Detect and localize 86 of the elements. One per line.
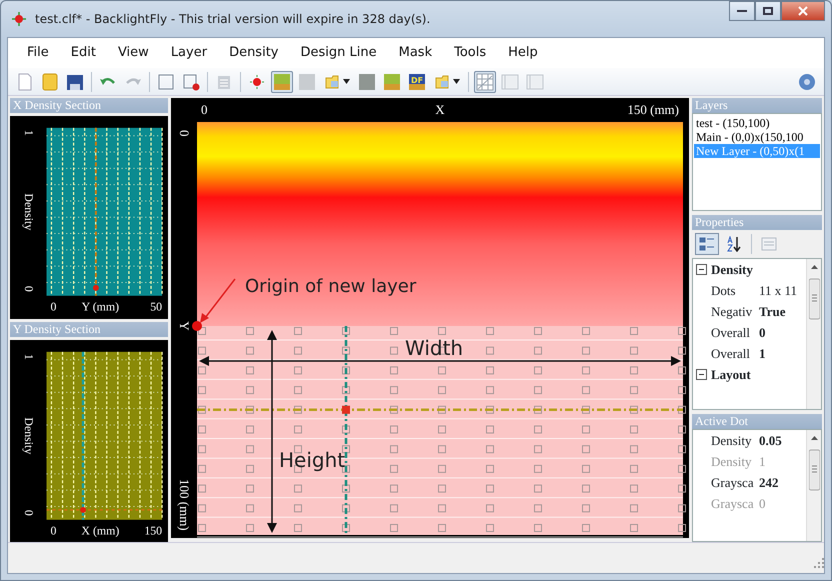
annotation-label: Width — [405, 336, 464, 360]
tick-label: 0 — [22, 286, 36, 292]
minimize-button[interactable] — [729, 1, 755, 21]
property-name: Graysca — [710, 495, 755, 513]
property-value[interactable]: 11 x 11 — [759, 283, 798, 298]
menu-item[interactable]: Design Line — [290, 43, 388, 63]
tick-label: 150 — [144, 523, 162, 538]
property-name: Dots — [710, 282, 737, 300]
scrollbar[interactable] — [806, 259, 821, 409]
property-name: Overall — [710, 345, 751, 363]
tick-label: 0 — [201, 102, 208, 117]
property-name: Density — [710, 453, 752, 471]
property-name: Negativ — [710, 303, 754, 321]
annotation-label: Origin of new layer — [245, 276, 416, 297]
property-value[interactable]: 1 — [759, 346, 766, 361]
property-name: Overall — [710, 324, 751, 342]
minimize-icon — [737, 10, 747, 12]
pointer-arrow — [200, 278, 236, 323]
document-icon — [16, 72, 34, 90]
scrollbar-drawing — [809, 435, 820, 491]
maximize-icon — [763, 7, 773, 15]
panel-icon — [501, 72, 519, 90]
axis-label: Y — [177, 321, 192, 331]
folder-icon — [41, 72, 59, 90]
panel-icon — [526, 72, 544, 90]
menu-item[interactable]: Help — [497, 43, 549, 63]
frame-delete-icon — [182, 72, 200, 90]
active-dot-marker — [92, 284, 99, 291]
axis-label: Density — [22, 416, 36, 454]
collapse-icon[interactable] — [696, 264, 707, 275]
property-value[interactable]: True — [759, 304, 786, 319]
close-button[interactable] — [781, 1, 825, 21]
close-icon — [798, 6, 808, 16]
frame-icon — [157, 72, 175, 90]
panel-title: X Density Section — [10, 98, 168, 113]
pages-icon — [761, 236, 777, 252]
menu-item[interactable]: Density — [218, 43, 290, 63]
resize-grip-icon — [812, 556, 824, 568]
category-label: Density — [711, 262, 753, 277]
caret-icon — [342, 79, 350, 84]
scrollbar[interactable] — [806, 430, 821, 541]
axis-label: Y (mm) — [82, 300, 120, 314]
panel-title: Layers — [692, 98, 822, 113]
property-name: Density — [710, 432, 752, 450]
category-label: Layout — [711, 367, 751, 382]
panel-title: Active Dot — [692, 414, 822, 429]
list-item[interactable]: test - (150,100) — [694, 116, 820, 130]
axis-label: Density — [22, 193, 36, 230]
tick-label: 1 — [22, 130, 36, 136]
caret-icon — [452, 79, 460, 84]
sort-icon — [726, 236, 742, 252]
app-icon — [11, 11, 27, 27]
categorized-icon — [699, 236, 715, 252]
annotation-label: Height — [279, 448, 346, 472]
dot-icon — [248, 72, 266, 90]
grid-icon — [476, 72, 494, 90]
list-item[interactable]: Main - (0,0)x(150,100 — [694, 130, 820, 144]
origin-dot — [192, 321, 202, 331]
menu-item[interactable]: Edit — [60, 43, 107, 63]
active-dot-marker — [80, 506, 86, 512]
tick-label: 0 — [177, 130, 192, 136]
menu-item[interactable]: Mask — [388, 43, 444, 63]
tick-label: 150 (mm) — [627, 102, 679, 117]
square-icon — [298, 72, 316, 90]
tick-label: 50 — [150, 300, 162, 314]
panel-title: Properties — [692, 215, 822, 230]
tick-label: 0 — [50, 300, 56, 314]
tick-label: 0 — [22, 509, 36, 516]
property-value[interactable]: 0 — [759, 325, 766, 340]
tick-label: 1 — [22, 353, 36, 360]
tick-label: 100 (mm) — [177, 479, 192, 531]
menu-item[interactable]: View — [106, 43, 160, 63]
property-value[interactable]: 0.05 — [759, 433, 782, 448]
window-title: test.clf* - BacklightFly - This trial version will expire in 328 day(s). — [35, 11, 430, 28]
property-name: Graysca — [710, 474, 755, 492]
maximize-button[interactable] — [755, 1, 781, 21]
collapse-icon[interactable] — [696, 369, 707, 380]
axis-label: X — [435, 102, 445, 117]
tick-label: 0 — [50, 523, 56, 538]
scrollbar-drawing — [809, 264, 820, 320]
menu-item[interactable]: Layer — [160, 43, 218, 63]
panel-title: Y Density Section — [10, 322, 168, 336]
menu-item[interactable]: File — [16, 43, 60, 63]
menu-item[interactable]: Tools — [443, 43, 498, 63]
axis-label: X (mm) — [81, 523, 120, 538]
property-value[interactable]: 242 — [759, 475, 778, 490]
